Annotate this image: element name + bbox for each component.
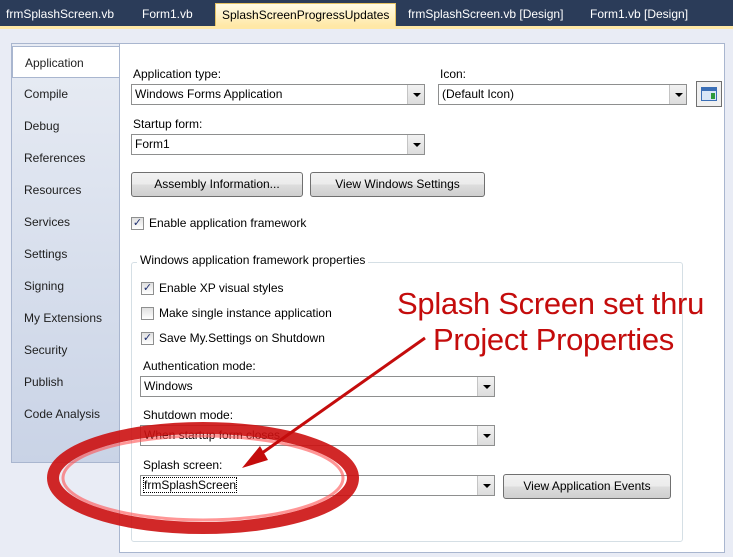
application-type-dropdown[interactable]: Windows Forms Application — [131, 84, 425, 105]
startup-form-value: Form1 — [135, 137, 170, 151]
nav-item-code-analysis[interactable]: Code Analysis — [12, 398, 121, 430]
nav-item-settings[interactable]: Settings — [12, 238, 121, 270]
nav-item-security[interactable]: Security — [12, 334, 121, 366]
nav-item-my-extensions[interactable]: My Extensions — [12, 302, 121, 334]
xp-visual-styles-checkbox[interactable]: ✓ — [141, 282, 154, 295]
save-settings-checkbox[interactable]: ✓ — [141, 332, 154, 345]
chevron-down-icon — [407, 135, 424, 154]
shutdown-mode-dropdown[interactable]: When startup form closes — [140, 425, 495, 446]
icon-value: (Default Icon) — [442, 87, 515, 101]
window-icon — [701, 87, 717, 101]
nav-item-publish[interactable]: Publish — [12, 366, 121, 398]
chevron-down-icon — [669, 85, 686, 104]
enable-framework-checkbox[interactable]: ✓ — [131, 217, 144, 230]
splash-screen-value: frmSplashScreen — [142, 477, 238, 493]
view-windows-settings-button[interactable]: View Windows Settings — [310, 172, 485, 197]
application-icon-preview — [696, 81, 722, 107]
icon-dropdown[interactable]: (Default Icon) — [438, 84, 687, 105]
application-type-value: Windows Forms Application — [135, 87, 283, 101]
doc-tab-frmsplashscreen-vb[interactable]: frmSplashScreen.vb — [0, 5, 120, 26]
startup-form-dropdown[interactable]: Form1 — [131, 134, 425, 155]
nav-item-application[interactable]: Application — [12, 46, 122, 78]
application-type-label: Application type: — [133, 67, 222, 81]
authentication-mode-label: Authentication mode: — [143, 359, 256, 373]
authentication-mode-value: Windows — [144, 379, 193, 393]
startup-form-label: Startup form: — [133, 117, 203, 131]
splash-screen-label: Splash screen: — [143, 458, 223, 472]
save-settings-label: Save My.Settings on Shutdown — [159, 331, 325, 345]
nav-item-resources[interactable]: Resources — [12, 174, 121, 206]
nav-item-services[interactable]: Services — [12, 206, 121, 238]
doc-tab-frmsplashscreen-design[interactable]: frmSplashScreen.vb [Design] — [402, 5, 569, 26]
chevron-down-icon — [407, 85, 424, 104]
xp-visual-styles-label: Enable XP visual styles — [159, 281, 284, 295]
nav-item-references[interactable]: References — [12, 142, 121, 174]
nav-item-compile[interactable]: Compile — [12, 78, 121, 110]
single-instance-checkbox[interactable] — [141, 307, 154, 320]
chevron-down-icon — [477, 377, 494, 396]
doc-tab-form1-design[interactable]: Form1.vb [Design] — [584, 5, 694, 26]
splash-screen-dropdown[interactable]: frmSplashScreen — [140, 475, 495, 496]
icon-label: Icon: — [440, 67, 467, 81]
annotation-line-1: Splash Screen set thru — [397, 286, 705, 321]
shutdown-mode-value: When startup form closes — [144, 428, 281, 442]
framework-properties-title: Windows application framework properties — [137, 253, 369, 267]
nav-item-signing[interactable]: Signing — [12, 270, 121, 302]
document-tab-strip: frmSplashScreen.vb Form1.vb SplashScreen… — [0, 0, 733, 26]
doc-tab-form1-vb[interactable]: Form1.vb — [136, 5, 199, 26]
enable-framework-label: Enable application framework — [149, 216, 307, 230]
shutdown-mode-label: Shutdown mode: — [143, 408, 234, 422]
chevron-down-icon — [477, 426, 494, 445]
nav-item-debug[interactable]: Debug — [12, 110, 121, 142]
assembly-information-button[interactable]: Assembly Information... — [131, 172, 303, 197]
single-instance-label: Make single instance application — [159, 306, 332, 320]
authentication-mode-dropdown[interactable]: Windows — [140, 376, 495, 397]
view-application-events-button[interactable]: View Application Events — [503, 474, 671, 499]
properties-nav: Application Compile Debug References Res… — [11, 43, 122, 463]
doc-tab-project-properties[interactable]: SplashScreenProgressUpdates — [215, 3, 397, 26]
chevron-down-icon — [477, 476, 494, 495]
annotation-line-2: Project Properties — [433, 322, 674, 357]
